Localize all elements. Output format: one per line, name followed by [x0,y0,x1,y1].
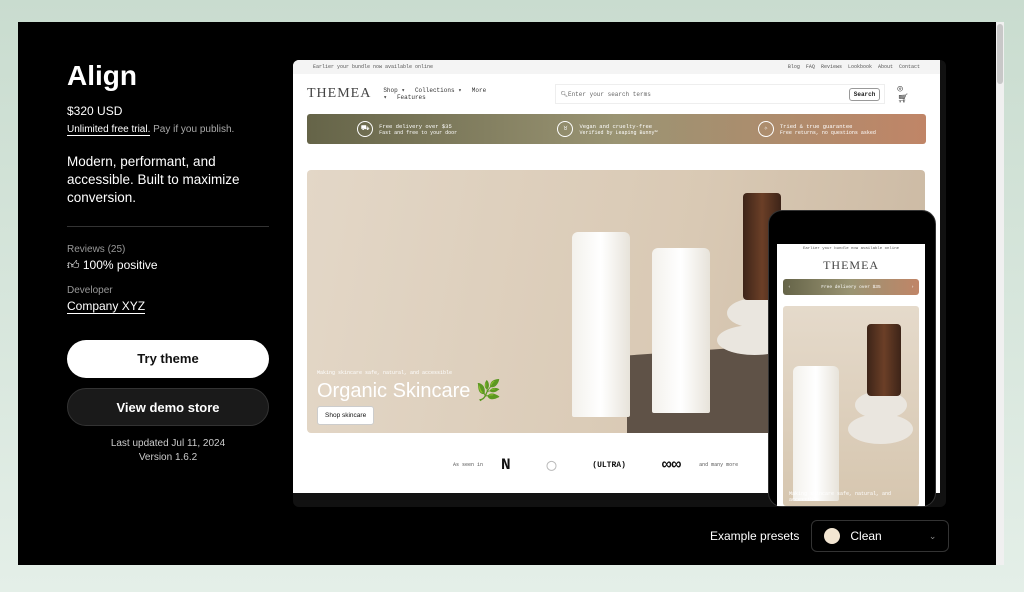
preset-swatch [824,528,841,544]
announcement-bar: Earlier your bundle now available online… [293,60,940,74]
seen-in-label: As seen in [453,462,484,468]
chevron-left-icon[interactable]: ‹ [788,285,791,290]
scrollbar[interactable] [996,22,1004,565]
presets-label: Example presets [710,529,800,543]
reviews-value: 100% positive [82,258,158,272]
benefit-sub: Verified by Leaping Bunny™ [579,129,658,136]
trial-info: Unlimited free trial. Pay if you publish… [67,124,269,136]
cart-icon[interactable]: 🛒︎ [909,261,919,270]
divider [67,226,269,227]
top-links: Blog FAQ Reviews Lookbook About Contact [782,64,920,70]
mobile-header: ☰ 🔍︎ THEMEA ◎ 🛒︎ [777,254,925,277]
announcement-text: Earlier your bundle now available online [313,64,434,70]
benefit-item: ♉ Vegan and cruelty-free Verified by Leapi… [557,121,658,137]
brand-logo-ultra: (ULTRA) [592,460,626,470]
developer-link[interactable]: Company XYZ [67,299,146,314]
benefit-title: Vegan and cruelty-free [579,122,653,130]
example-presets: Example presets Clean ⌄ [710,520,950,552]
benefit-title: Tried & true guarantee [779,122,853,130]
benefits-band: ⛟ Free delivery over $35 Fast and free to … [307,114,926,144]
link-blog[interactable]: Blog [788,64,800,70]
link-about[interactable]: About [878,64,893,70]
account-icon[interactable]: ◎ [897,84,902,94]
mobile-hero: Making skincare safe, natural, and acces… [783,306,919,506]
mobile-hero-tagline: Making skincare safe, natural, and acces… [789,491,892,503]
bunny-icon: ♉ [557,121,574,137]
search-icon[interactable]: 🔍︎ [802,261,812,270]
link-lookbook[interactable]: Lookbook [848,64,872,70]
hero-tagline: Making skincare safe, natural, and acces… [317,370,453,376]
benefit-sub: Fast and free to your door [379,129,458,136]
hero-title: Organic Skincare 🌿 [317,380,501,402]
trial-note: Pay if you publish. [150,124,235,135]
search-button[interactable]: Search [848,87,881,101]
store-header: THEMEA Shop ▾ Collections ▾ More ▾ Features… [293,74,940,114]
cart-icon[interactable]: 🛒︎ [897,94,908,104]
truck-icon: ⛟ [357,121,374,137]
link-reviews[interactable]: Reviews [821,64,842,70]
description: Modern, performant, and accessible. Buil… [67,154,240,205]
chevron-down-icon: ⌄ [928,530,937,541]
sparkle-icon: ✧ [757,121,774,137]
price: $320 USD [67,104,123,118]
benefit-item: ✧ Tried & true guarantee Free returns, no … [757,121,876,137]
reviews-label[interactable]: Reviews (25) [67,244,269,255]
benefit-title: Free delivery over $35 [379,122,452,130]
view-demo-store-button[interactable]: View demo store [67,388,269,426]
shop-skincare-button[interactable]: Shop skincare [317,406,375,425]
nav-collections[interactable]: Collections ▾ [415,87,462,94]
nav-features[interactable]: Features [397,94,426,101]
chevron-right-icon[interactable]: › [911,285,914,290]
version: Version 1.6.2 [138,452,198,463]
try-theme-button[interactable]: Try theme [67,340,269,378]
account-icon[interactable]: ◎ [890,261,897,270]
mobile-preview[interactable]: Earlier your bundle now available online… [768,210,936,507]
store-logo[interactable]: THEMEA [307,86,371,102]
link-contact[interactable]: Contact [899,64,920,70]
preset-value: Clean [850,529,882,543]
mobile-benefits-band: ‹ Free delivery over $35 › [783,279,919,295]
theme-info: Align $320 USD Unlimited free trial. Pay… [67,60,269,465]
mobile-announcement: Earlier your bundle now available online [802,247,899,251]
mobile-band-text: Free delivery over $35 [821,284,881,290]
brand-logo-n: N [501,456,511,474]
as-seen-in: As seen in N ◯ (ULTRA) ∞∞ and many more [453,455,738,475]
product-bottle [867,324,901,396]
menu-icon[interactable]: ☰ [783,261,790,270]
search-icon: 🔍︎ [560,90,568,98]
developer-label: Developer [67,285,113,296]
nav-shop[interactable]: Shop ▾ [383,87,405,94]
theme-panel: Align $320 USD Unlimited free trial. Pay… [18,22,996,565]
mobile-logo[interactable]: THEMEA [823,258,879,273]
trial-link[interactable]: Unlimited free trial. [67,124,151,136]
search-placeholder: Enter your search terms [567,90,651,98]
preset-select[interactable]: Clean ⌄ [811,520,950,552]
brand-logo-circle: ◯ [546,457,557,475]
product-tube [652,248,710,413]
thumbs-up-icon: 👍︎ [67,258,83,272]
link-faq[interactable]: FAQ [806,64,815,70]
last-updated: Last updated Jul 11, 2024 [110,438,226,449]
product-tube [572,232,630,417]
benefit-item: ⛟ Free delivery over $35 Fast and free to … [357,121,457,137]
theme-title: Align [67,60,137,91]
brand-logo-links: ∞∞ [661,456,682,474]
store-nav: Shop ▾ Collections ▾ More ▾ Features [383,87,541,101]
search-input[interactable]: 🔍︎ Enter your search terms Search [555,84,886,104]
benefit-sub: Free returns, no questions asked [779,129,876,136]
and-more-label: and many more [699,462,739,468]
product-tube [793,366,839,501]
